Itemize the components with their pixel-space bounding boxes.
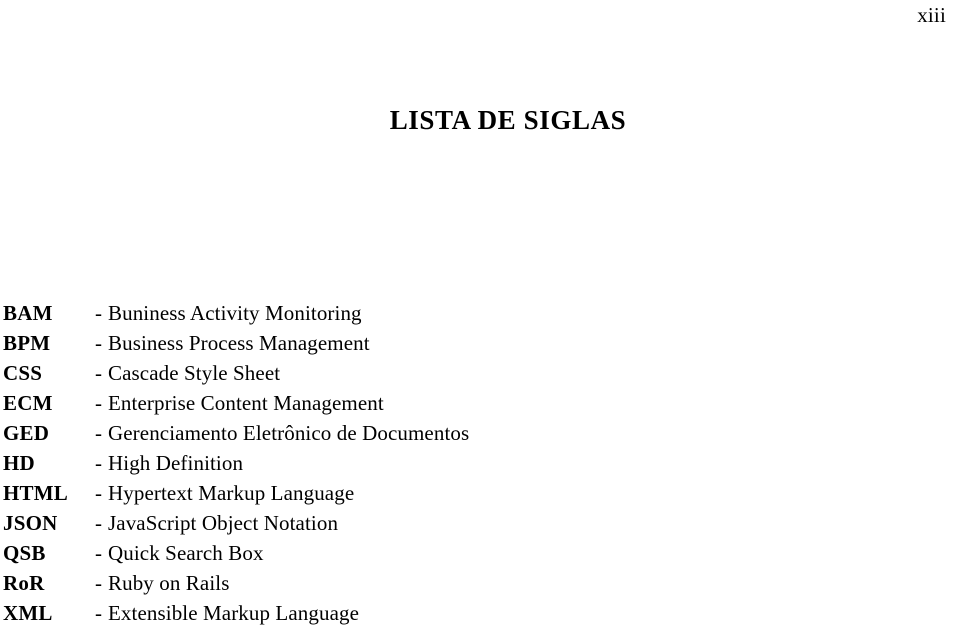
abbreviation-term: HD	[3, 451, 35, 475]
page-title: LISTA DE SIGLAS	[389, 105, 627, 136]
abbreviation-term: ECM	[3, 391, 53, 415]
abbreviation-row: XML - Extensible Markup Language	[3, 598, 903, 628]
abbreviation-definition: Gerenciamento Eletrônico de Documentos	[108, 421, 470, 445]
abbreviation-separator: -	[95, 331, 102, 355]
abbreviation-term: RoR	[3, 571, 45, 595]
document-page: xiii LISTA DE SIGLAS BAM - Buniness Activi…	[0, 0, 960, 636]
abbreviation-separator: -	[95, 451, 102, 475]
page-number: xiii	[917, 3, 946, 27]
abbreviation-definition: Ruby on Rails	[108, 571, 230, 595]
abbreviation-definition: Quick Search Box	[108, 541, 264, 565]
abbreviation-row: ECM - Enterprise Content Management	[3, 388, 903, 418]
abbreviation-term: BAM	[3, 301, 53, 325]
abbreviation-row: GED - Gerenciamento Eletrônico de Document…	[3, 418, 903, 448]
abbreviation-separator: -	[95, 301, 102, 325]
abbreviation-definition: Business Process Management	[108, 331, 370, 355]
abbreviation-row: RoR - Ruby on Rails	[3, 568, 903, 598]
abbreviation-term: JSON	[3, 511, 58, 535]
abbreviation-list: BAM - Buniness Activity Monitoring BPM - Busi…	[3, 298, 903, 628]
abbreviation-definition: Extensible Markup Language	[108, 601, 360, 625]
abbreviation-separator: -	[95, 391, 102, 415]
abbreviation-term: BPM	[3, 331, 51, 355]
abbreviation-separator: -	[95, 601, 102, 625]
abbreviation-row: BAM - Buniness Activity Monitoring	[3, 298, 903, 328]
abbreviation-separator: -	[95, 481, 102, 505]
abbreviation-separator: -	[95, 541, 102, 565]
abbreviation-row: BPM - Business Process Management	[3, 328, 903, 358]
abbreviation-row: HTML - Hypertext Markup Language	[3, 478, 903, 508]
abbreviation-definition: JavaScript Object Notation	[108, 511, 339, 535]
abbreviation-term: HTML	[3, 481, 68, 505]
abbreviation-term: CSS	[3, 361, 43, 385]
abbreviation-definition: Enterprise Content Management	[108, 391, 384, 415]
abbreviation-row: QSB - Quick Search Box	[3, 538, 903, 568]
abbreviation-separator: -	[95, 511, 102, 535]
abbreviation-definition: High Definition	[108, 451, 244, 475]
abbreviation-term: GED	[3, 421, 50, 445]
abbreviation-definition: Cascade Style Sheet	[108, 361, 281, 385]
abbreviation-term: QSB	[3, 541, 46, 565]
abbreviation-term: XML	[3, 601, 53, 625]
abbreviation-definition: Hypertext Markup Language	[108, 481, 355, 505]
abbreviation-separator: -	[95, 571, 102, 595]
abbreviation-definition: Buniness Activity Monitoring	[108, 301, 362, 325]
abbreviation-row: JSON - JavaScript Object Notation	[3, 508, 903, 538]
abbreviation-separator: -	[95, 361, 102, 385]
abbreviation-separator: -	[95, 421, 102, 445]
abbreviation-row: HD - High Definition	[3, 448, 903, 478]
abbreviation-row: CSS - Cascade Style Sheet	[3, 358, 903, 388]
